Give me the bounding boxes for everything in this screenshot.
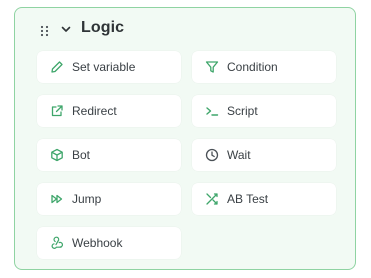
block-label: AB Test (227, 192, 269, 206)
group-header[interactable]: Logic (15, 8, 355, 50)
logic-group-panel: Logic Set variable Condition Redirect Sc… (14, 7, 356, 270)
block-label: Wait (227, 148, 251, 162)
clock-icon (205, 148, 219, 162)
group-title: Logic (81, 19, 125, 36)
block-label: Bot (72, 148, 91, 162)
grip-dots-icon[interactable] (40, 25, 49, 37)
cube-icon (51, 148, 63, 162)
shuffle-icon (206, 193, 218, 205)
fast-forward-icon (51, 194, 63, 204)
block-label: Jump (72, 192, 102, 206)
webhook-icon (51, 236, 64, 249)
block-ab-test[interactable]: AB Test (192, 183, 336, 215)
block-wait[interactable]: Wait (192, 139, 336, 171)
block-label: Condition (227, 60, 278, 74)
block-label: Redirect (72, 104, 117, 118)
block-bot[interactable]: Bot (37, 139, 181, 171)
block-script[interactable]: Script (192, 95, 336, 127)
block-label: Webhook (72, 236, 123, 250)
block-label: Set variable (72, 60, 136, 74)
filter-icon (205, 61, 219, 73)
block-label: Script (227, 104, 258, 118)
chevron-down-icon[interactable] (60, 23, 72, 35)
block-set-variable[interactable]: Set variable (37, 51, 181, 83)
pencil-icon (51, 61, 63, 73)
block-condition[interactable]: Condition (192, 51, 336, 83)
block-jump[interactable]: Jump (37, 183, 181, 215)
external-link-icon (51, 105, 63, 117)
block-redirect[interactable]: Redirect (37, 95, 181, 127)
block-webhook[interactable]: Webhook (37, 227, 181, 259)
terminal-icon (206, 107, 219, 116)
